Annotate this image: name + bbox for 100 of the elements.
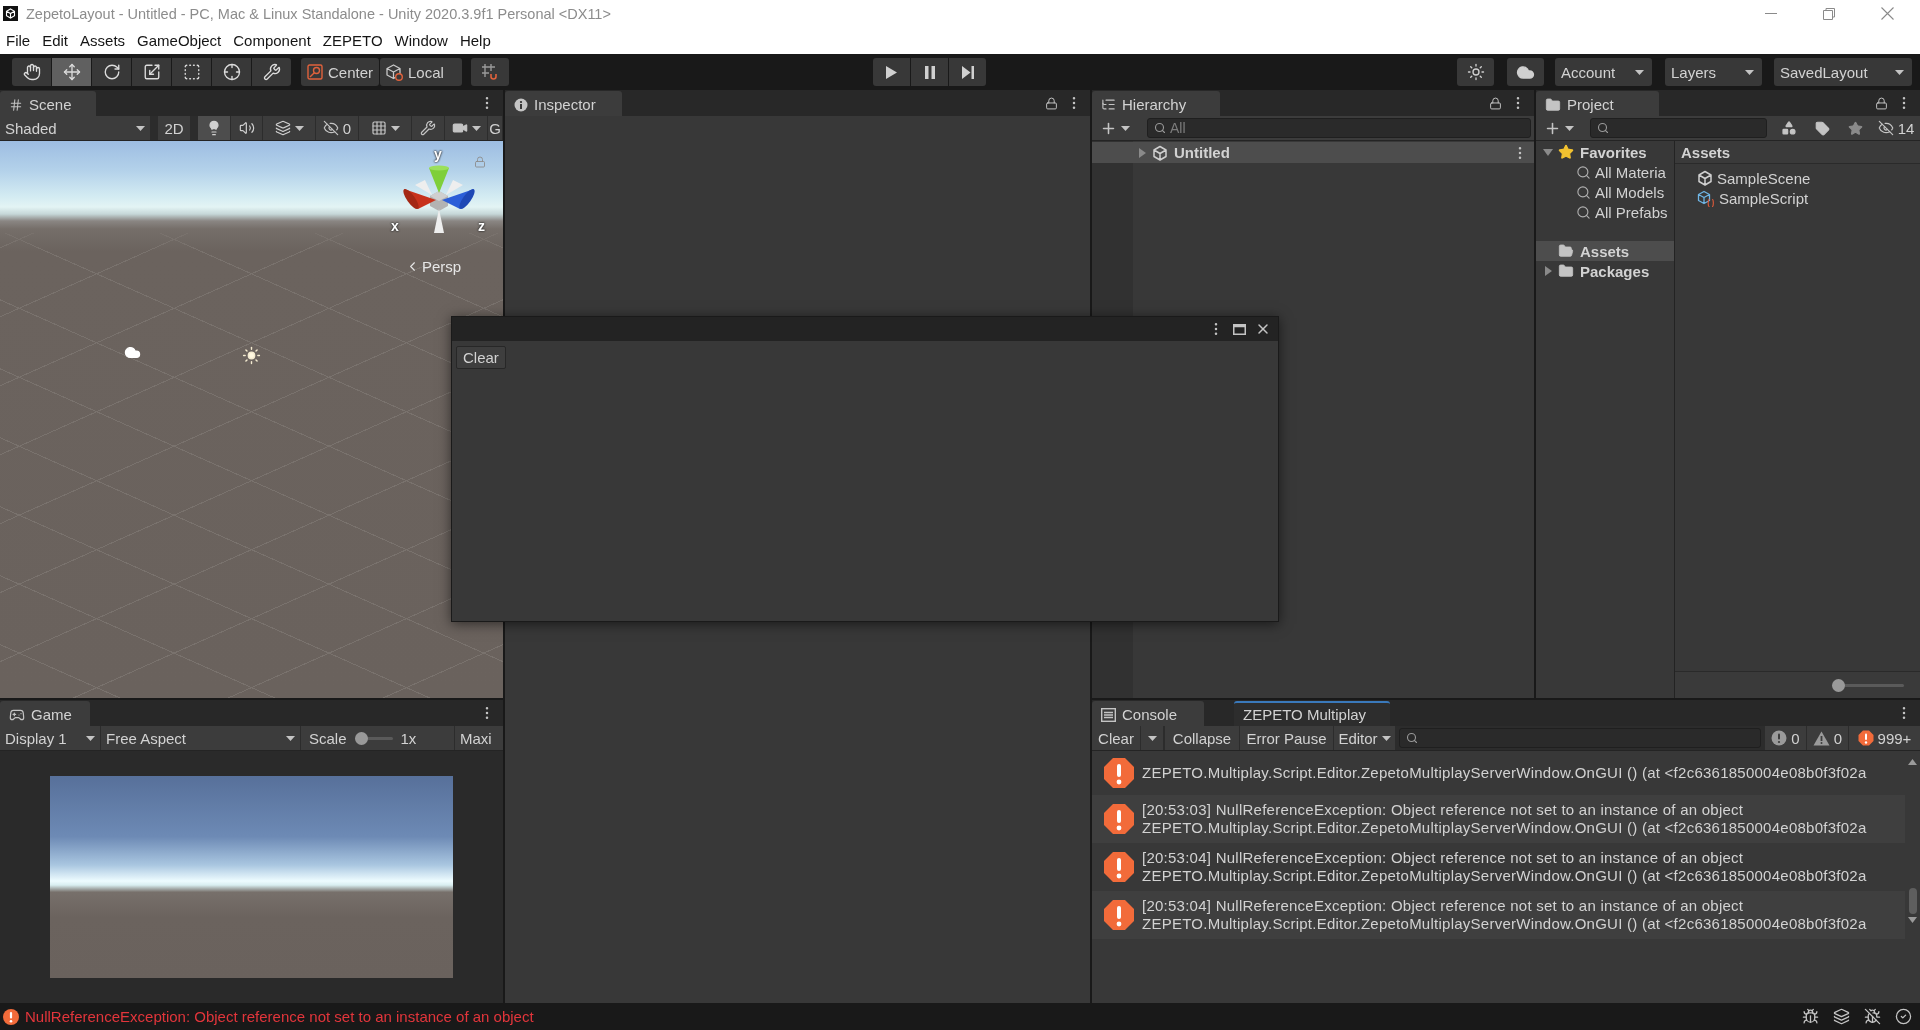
snap-button[interactable] [471,58,509,86]
tree-label: Assets [1580,242,1630,260]
tree-item[interactable]: All Prefabs [1536,202,1674,222]
error-count-toggle[interactable]: 999+ [1849,726,1920,750]
search-field[interactable] [1399,728,1761,748]
rotate-tool-button[interactable] [92,58,131,86]
tree-item[interactable]: All Models [1536,182,1674,202]
menu-item[interactable]: File [0,32,37,49]
menu-item[interactable]: GameObject [131,32,228,49]
scale-tool-button[interactable] [132,58,171,86]
step-button[interactable] [949,58,986,86]
panel-tab[interactable]: Project [1536,91,1659,116]
mode-2d-toggle[interactable]: 2D [158,116,190,140]
pivot-handle-button[interactable]: Center [301,58,379,86]
close-icon[interactable] [1255,321,1271,337]
shading-dropdown[interactable]: Shaded [0,116,150,140]
audio-toggle[interactable] [231,116,262,140]
scale-slider[interactable] [354,731,393,745]
cloud-button[interactable] [1507,58,1544,86]
console-toggle[interactable]: Error Pause [1240,726,1333,750]
sun-button[interactable] [1457,58,1494,86]
move-arrows-icon [62,63,81,81]
caret-icon [86,735,95,741]
clear-button[interactable]: Clear [456,346,506,369]
clear-button[interactable]: Clear [1092,726,1140,750]
layers-dropdown[interactable]: Layers [1665,58,1762,86]
hidden-objects-button[interactable]: 0 [316,116,358,140]
triangle-down-icon[interactable] [1543,148,1553,156]
tree-item[interactable]: Favorites [1536,142,1674,162]
warning-count-toggle[interactable]: 0 [1807,726,1848,750]
panel-tab[interactable]: Game [0,701,90,726]
lighting-toggle[interactable] [198,116,230,140]
scroll-thumb[interactable] [1908,888,1917,914]
hierarchy-item[interactable]: Untitled [1092,142,1534,163]
aspect-dropdown[interactable]: Free Aspect [101,726,300,750]
log-entry[interactable]: [20:53:03] NullReferenceException: Object reference not set to an instance of an object ZEPETO.Multiplay.Script.Editor.ZepetoMultiplayServerWindow.OnGUI () (at <f2c6361850004e08b0f3f02a [1092,795,1905,843]
menu-item[interactable]: Help [453,32,497,49]
search-icon [1576,204,1591,220]
pivot-icon [307,64,323,80]
account-dropdown[interactable]: Account [1555,58,1652,86]
menu-item[interactable]: Edit [36,32,75,49]
menu-item[interactable]: Component [227,32,317,49]
lock-icon[interactable] [1875,96,1888,110]
slider-thumb[interactable] [354,731,368,745]
maximize-icon[interactable] [1233,323,1246,335]
tools-button[interactable] [412,116,444,140]
check-circle-icon[interactable] [1895,1008,1912,1025]
slider-thumb[interactable] [1832,678,1845,692]
rect-tool-button[interactable] [172,58,211,86]
move-tool-button[interactable] [52,58,91,86]
tree-item[interactable]: Packages [1536,261,1674,281]
bug-icon[interactable] [1802,1008,1819,1025]
space-handle-button[interactable]: Local [380,58,462,86]
menu-item[interactable]: ZEPETO [316,32,389,49]
transform-tool-button[interactable] [212,58,251,86]
info-count-toggle[interactable]: 0 [1765,726,1806,750]
log-entry[interactable]: [20:53:04] NullReferenceException: Object reference not set to an instance of an object ZEPETO.Multiplay.Script.Editor.ZepetoMultiplayServerWindow.OnGUI () (at <f2c6361850004e08b0f3f02a [1092,891,1905,939]
play-button[interactable] [873,58,910,86]
panel-tab[interactable]: Inspector [505,91,622,116]
star-icon [1558,144,1574,160]
gizmos-button[interactable]: G [488,116,502,140]
search-field[interactable] [1590,118,1767,138]
display-dropdown[interactable]: Display 1 [0,726,100,750]
scroll-down-icon[interactable] [1908,917,1917,923]
axis-gizmo-drawing[interactable] [402,165,476,235]
hand-tool-button[interactable] [12,58,51,86]
camera-button[interactable] [445,116,487,140]
search-field[interactable]: All [1147,118,1531,138]
panel-tab[interactable]: Hierarchy [1092,91,1220,116]
console-toggle[interactable]: Collapse [1165,726,1239,750]
grid-button[interactable] [359,116,411,140]
search-icon [1576,164,1591,180]
icon-size-slider[interactable] [1832,678,1904,692]
tree-item[interactable]: Assets [1536,241,1674,261]
layers-icon[interactable] [1833,1008,1850,1025]
lock-icon[interactable] [1045,96,1058,110]
effects-toggle[interactable] [263,116,315,140]
crossed-bug-icon[interactable] [1864,1008,1881,1025]
target-dropdown[interactable]: Editor [1334,726,1395,750]
error-icon [1103,757,1135,789]
triangle-right-icon[interactable] [1544,266,1552,276]
lock-icon[interactable] [1489,96,1502,110]
clear-options-button[interactable] [1141,726,1163,750]
menu-item[interactable]: Window [388,32,454,49]
asset-item[interactable]: SampleScript [1675,188,1920,208]
projection-toggle[interactable]: Persp [405,258,462,275]
grid-snap-icon [481,63,499,81]
asset-item[interactable]: SampleScene [1675,168,1920,188]
maximize-toggle[interactable]: Maxi [455,726,503,750]
tree-item[interactable]: All Materia [1536,162,1674,182]
menu-item[interactable]: Assets [74,32,132,49]
panel-tab[interactable]: Console [1092,701,1204,726]
custom-tool-button[interactable] [252,58,291,86]
scroll-up-icon[interactable] [1908,759,1917,765]
panel-tab[interactable]: Scene [0,91,96,116]
status-message[interactable]: NullReferenceException: Object reference not set to an instance of an object [25,1008,534,1025]
layout-dropdown[interactable]: SavedLayout [1774,58,1912,86]
panel-tab[interactable]: ZEPETO Multiplay [1234,701,1390,726]
triangle-right-icon[interactable] [1139,147,1146,158]
pause-button[interactable] [911,58,948,86]
